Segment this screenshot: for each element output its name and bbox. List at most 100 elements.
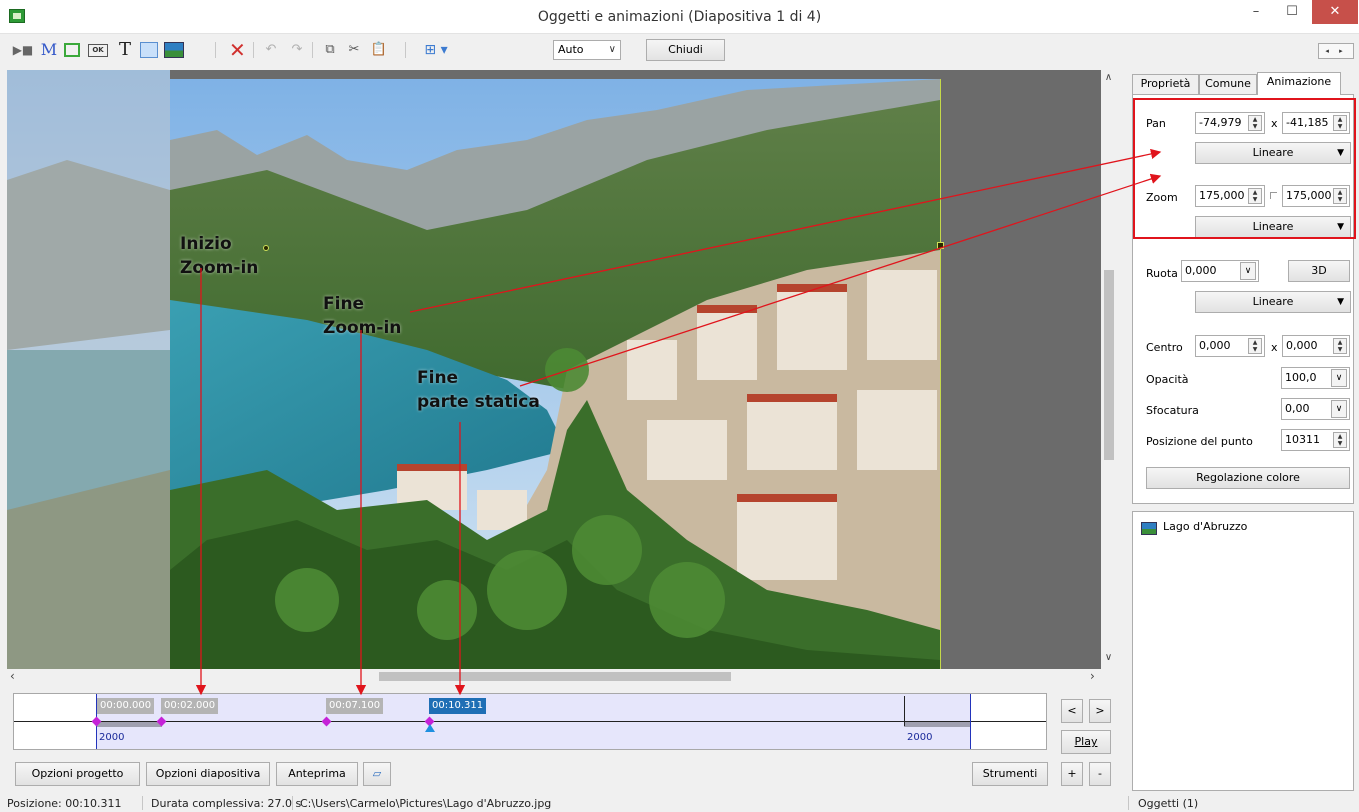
tab-common[interactable]: Comune — [1199, 74, 1257, 94]
zoom-select-value: Auto — [558, 43, 584, 56]
point-position-input[interactable]: 10311 ▲ ▼ — [1281, 429, 1350, 451]
toolbar-separator — [312, 42, 313, 58]
chevron-down-icon[interactable]: ∨ — [1331, 400, 1347, 418]
preview-button[interactable]: Anteprima — [276, 762, 358, 786]
window-title: Oggetti e animazioni (Diapositiva 1 di 4… — [537, 9, 822, 25]
center-x-input[interactable]: 0,000 ▲ ▼ — [1195, 335, 1265, 357]
timeline-axis — [14, 721, 1046, 722]
play-button[interactable]: Play — [1061, 730, 1111, 754]
color-adjust-button[interactable]: Regolazione colore — [1146, 467, 1350, 489]
rectangle-icon[interactable] — [140, 42, 158, 58]
center-y-input[interactable]: 0,000 ▲ ▼ — [1282, 335, 1350, 357]
image-icon[interactable] — [164, 42, 184, 58]
horizontal-scrollbar[interactable]: ‹ › — [7, 669, 1116, 684]
timeline-marker-label-current: 00:10.311 — [429, 698, 487, 714]
add-keyframe-button[interactable]: + — [1061, 762, 1083, 786]
close-window-button[interactable]: ✕ — [1312, 0, 1358, 24]
maximize-button[interactable]: ☐ — [1274, 0, 1310, 26]
mask-icon[interactable]: M — [40, 41, 58, 59]
scroll-down-icon[interactable]: ∨ — [1101, 652, 1116, 663]
cut-icon[interactable]: ✂ — [345, 41, 363, 59]
status-duration: Durata complessiva: 27.0 s — [151, 797, 302, 810]
project-options-button[interactable]: Opzioni progetto — [15, 762, 140, 786]
slide-canvas[interactable]: Inizio Zoom-in Fine Zoom-in Fine parte s… — [7, 70, 1116, 684]
annotation-end-static: Fine parte statica — [417, 366, 540, 414]
previous-keyframe-button[interactable]: < — [1061, 699, 1083, 723]
panel-scroll-arrows[interactable]: ◂ ▸ — [1318, 43, 1354, 59]
object-list-item[interactable]: Lago d'Abruzzo — [1163, 520, 1247, 533]
scroll-up-icon[interactable]: ∧ — [1101, 72, 1116, 83]
annotation-line: parte statica — [417, 392, 540, 412]
dropdown-arrow-icon: ▼ — [1337, 297, 1344, 307]
horizontal-scroll-thumb[interactable] — [379, 672, 731, 681]
camera-icon[interactable]: ▶■ — [12, 41, 34, 59]
selection-center-handle[interactable] — [263, 245, 269, 251]
timeline-marker-label: 00:00.000 — [97, 698, 155, 714]
selection-handle[interactable] — [937, 242, 944, 249]
annotation-start-zoom: Inizio Zoom-in — [180, 232, 258, 280]
point-position-label: Posizione del punto — [1146, 435, 1253, 448]
3d-button[interactable]: 3D — [1288, 260, 1350, 282]
status-bar: Posizione: 00:10.311 Durata complessiva:… — [0, 794, 1359, 812]
spinner-icon[interactable]: ▲ ▼ — [1248, 338, 1262, 354]
vertical-scroll-thumb[interactable] — [1104, 270, 1114, 460]
frame-icon[interactable] — [64, 43, 80, 57]
remove-keyframe-button[interactable]: - — [1089, 762, 1111, 786]
transition-duration-left: 2000 — [99, 732, 125, 743]
center-x-value: 0,000 — [1199, 339, 1231, 352]
slide-image-lago-abruzzo[interactable] — [7, 70, 1116, 684]
timeline-marker-label: 00:07.100 — [326, 698, 384, 714]
annotation-line: Inizio — [180, 234, 232, 254]
toolbar-separator — [215, 42, 216, 58]
scroll-right-icon[interactable]: › — [1090, 669, 1095, 683]
chevron-down-icon[interactable]: ∨ — [1240, 262, 1256, 280]
rotate-input[interactable]: 0,000 ∨ — [1181, 260, 1259, 282]
text-icon[interactable]: T — [116, 41, 134, 59]
redo-icon[interactable]: ↷ — [288, 41, 306, 59]
chevron-down-icon: ∨ — [608, 44, 616, 55]
selection-edge — [940, 79, 941, 669]
undo-icon[interactable]: ↶ — [262, 41, 280, 59]
spinner-icon[interactable]: ▲ ▼ — [1333, 432, 1347, 448]
chevron-down-icon[interactable]: ∨ — [1331, 369, 1347, 387]
title-bar: Oggetti e animazioni (Diapositiva 1 di 4… — [0, 0, 1359, 34]
paste-icon[interactable]: 📋 — [370, 41, 388, 59]
minimize-button[interactable]: – — [1238, 0, 1274, 26]
annotation-line: Fine — [323, 294, 365, 314]
rotate-interpolation-dropdown[interactable]: Lineare ▼ — [1195, 291, 1351, 313]
blur-label: Sfocatura — [1146, 404, 1199, 417]
annotation-line: Fine — [417, 368, 459, 388]
timeline[interactable]: 00:00.000 00:02.000 00:07.100 00:10.311 … — [13, 693, 1047, 750]
delete-icon[interactable]: ✕ — [229, 40, 246, 60]
button-object-icon[interactable]: OK — [88, 44, 108, 57]
annotation-highlight-box — [1133, 98, 1356, 239]
rotate-interpolation-value: Lineare — [1252, 295, 1294, 308]
center-label: Centro — [1146, 341, 1183, 354]
objects-list[interactable]: Lago d'Abruzzo — [1132, 511, 1354, 791]
grid-icon[interactable]: ⊞ ▾ — [419, 41, 453, 59]
close-button[interactable]: Chiudi — [646, 39, 725, 61]
status-separator — [1128, 796, 1129, 810]
blur-input[interactable]: 0,00 ∨ — [1281, 398, 1350, 420]
point-position-value: 10311 — [1285, 433, 1320, 446]
vertical-scrollbar[interactable]: ∧ ∨ — [1101, 70, 1116, 670]
opacity-input[interactable]: 100,0 ∨ — [1281, 367, 1350, 389]
copy-icon[interactable]: ⧉ — [321, 41, 339, 59]
tools-button[interactable]: Strumenti — [972, 762, 1048, 786]
next-keyframe-button[interactable]: > — [1089, 699, 1111, 723]
rotate-value: 0,000 — [1185, 264, 1217, 277]
status-file-path: C:\Users\Carmelo\Pictures\Lago d'Abruzzo… — [300, 797, 552, 810]
scroll-left-icon[interactable]: ‹ — [10, 669, 15, 683]
spinner-icon[interactable]: ▲ ▼ — [1333, 338, 1347, 354]
opacity-value: 100,0 — [1285, 371, 1317, 384]
slide-options-button[interactable]: Opzioni diapositiva — [146, 762, 270, 786]
timeline-cursor[interactable] — [425, 724, 435, 732]
zoom-select[interactable]: Auto ∨ — [553, 40, 621, 60]
center-separator: x — [1271, 341, 1278, 354]
blur-value: 0,00 — [1285, 402, 1310, 415]
opacity-label: Opacità — [1146, 373, 1189, 386]
tab-properties[interactable]: Proprietà — [1132, 74, 1199, 94]
fullscreen-icon[interactable]: ▱ — [363, 762, 391, 786]
transition-duration-right: 2000 — [907, 732, 933, 743]
tab-animation[interactable]: Animazione — [1257, 72, 1341, 95]
